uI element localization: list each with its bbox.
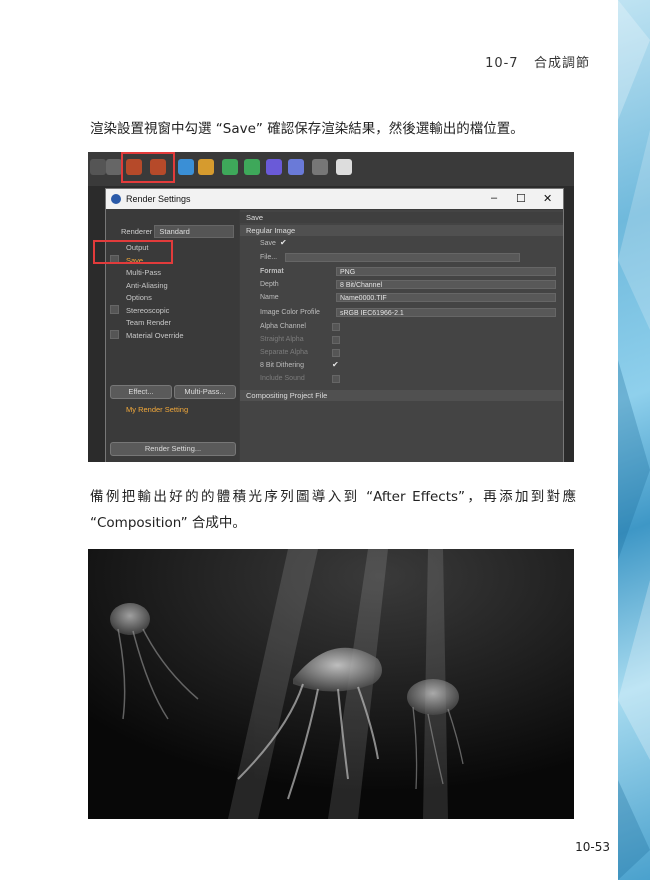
multipass-button[interactable]: Multi-Pass... bbox=[174, 385, 236, 399]
alpha-channel-label: Alpha Channel bbox=[260, 323, 306, 330]
settings-sidebar: Renderer Standard Output Save Multi-Pass… bbox=[93, 210, 239, 462]
depth-dropdown[interactable]: 8 Bit/Channel bbox=[336, 280, 556, 289]
jellyfish-photo bbox=[88, 549, 574, 819]
name-dropdown[interactable]: Name0000.TIF bbox=[336, 293, 556, 302]
save-panel: Save Regular Image Save ✔ File... Format… bbox=[240, 210, 563, 462]
file-path-input[interactable] bbox=[285, 253, 520, 262]
cube-icon bbox=[178, 159, 194, 175]
tree-item-stereoscopic[interactable]: Stereoscopic bbox=[126, 306, 169, 315]
toolbar bbox=[88, 152, 574, 186]
format-row-label: Format bbox=[260, 268, 284, 275]
panel-title: Save bbox=[240, 212, 563, 223]
chapter-number: 10-7 bbox=[485, 56, 519, 71]
render-settings-screenshot: Render Settings – ☐ ✕ Renderer Standard … bbox=[88, 152, 574, 462]
tree-item-material-override[interactable]: Material Override bbox=[126, 331, 184, 340]
compositing-section[interactable]: Compositing Project File bbox=[240, 390, 563, 401]
minimize-button[interactable]: – bbox=[491, 192, 497, 204]
tree-item-team-render[interactable]: Team Render bbox=[126, 318, 171, 327]
chapter-header: 10-7 合成調節 bbox=[485, 52, 590, 71]
tree-item-multipass[interactable]: Multi-Pass bbox=[126, 268, 161, 277]
render-setting-button[interactable]: Render Setting... bbox=[110, 442, 236, 456]
renderer-label: Renderer bbox=[121, 227, 153, 236]
save-highlight bbox=[93, 240, 173, 264]
array-icon bbox=[244, 159, 260, 175]
separate-alpha-checkbox[interactable] bbox=[332, 349, 340, 357]
dithering-check-icon[interactable]: ✔ bbox=[332, 360, 339, 369]
cinema4d-logo-icon bbox=[111, 194, 121, 204]
profile-row-label: Image Color Profile bbox=[260, 309, 320, 316]
alpha-channel-checkbox[interactable] bbox=[332, 323, 340, 331]
format-dropdown[interactable]: PNG bbox=[336, 267, 556, 276]
renderer-dropdown[interactable]: Standard bbox=[154, 225, 235, 238]
paragraph-1: 渲染設置視窗中勾選 “Save” 確認保存渲染結果，然後選輸出的檔位置。 bbox=[90, 121, 524, 137]
toolbar-highlight bbox=[121, 152, 175, 183]
file-row-label: File... bbox=[260, 254, 278, 261]
subdivision-icon bbox=[222, 159, 238, 175]
chapter-title: 合成調節 bbox=[533, 56, 590, 71]
include-sound-checkbox[interactable] bbox=[332, 375, 340, 383]
tree-item-options[interactable]: Options bbox=[126, 293, 152, 302]
window-titlebar: Render Settings – ☐ ✕ bbox=[106, 189, 563, 209]
page-number: 10-53 bbox=[575, 840, 610, 854]
render-view-icon bbox=[90, 159, 106, 175]
straight-alpha-label: Straight Alpha bbox=[260, 336, 304, 343]
dithering-label: 8 Bit Dithering bbox=[260, 362, 304, 369]
tree-item-antialiasing[interactable]: Anti-Aliasing bbox=[126, 281, 168, 290]
effect-button[interactable]: Effect... bbox=[110, 385, 172, 399]
render-icon bbox=[106, 159, 122, 175]
paragraph-2: 備例把輸出好的的體積光序列圖導入到 “After Effects”，再添加到對應… bbox=[90, 489, 576, 531]
save-row-label: Save bbox=[260, 240, 276, 247]
depth-row-label: Depth bbox=[260, 281, 279, 288]
my-render-setting[interactable]: My Render Setting bbox=[126, 405, 188, 414]
material-override-checkbox[interactable] bbox=[110, 330, 119, 339]
render-settings-window: Render Settings – ☐ ✕ Renderer Standard … bbox=[93, 188, 564, 462]
maximize-button[interactable]: ☐ bbox=[516, 192, 526, 205]
side-decoration bbox=[618, 0, 650, 880]
regular-image-section[interactable]: Regular Image bbox=[240, 225, 563, 236]
name-row-label: Name bbox=[260, 294, 279, 301]
floor-icon bbox=[288, 159, 304, 175]
light-icon bbox=[336, 159, 352, 175]
window-title: Render Settings bbox=[126, 194, 191, 204]
save-check-icon[interactable]: ✔ bbox=[280, 238, 287, 247]
deformer-icon bbox=[266, 159, 282, 175]
profile-dropdown[interactable]: sRGB IEC61966-2.1 bbox=[336, 308, 556, 317]
renderer-row: Renderer Standard bbox=[121, 225, 235, 238]
close-button[interactable]: ✕ bbox=[543, 192, 552, 205]
straight-alpha-checkbox[interactable] bbox=[332, 336, 340, 344]
pen-icon bbox=[198, 159, 214, 175]
separate-alpha-label: Separate Alpha bbox=[260, 349, 308, 356]
camera-icon bbox=[312, 159, 328, 175]
stereoscopic-checkbox[interactable] bbox=[110, 305, 119, 314]
include-sound-label: Include Sound bbox=[260, 375, 305, 382]
